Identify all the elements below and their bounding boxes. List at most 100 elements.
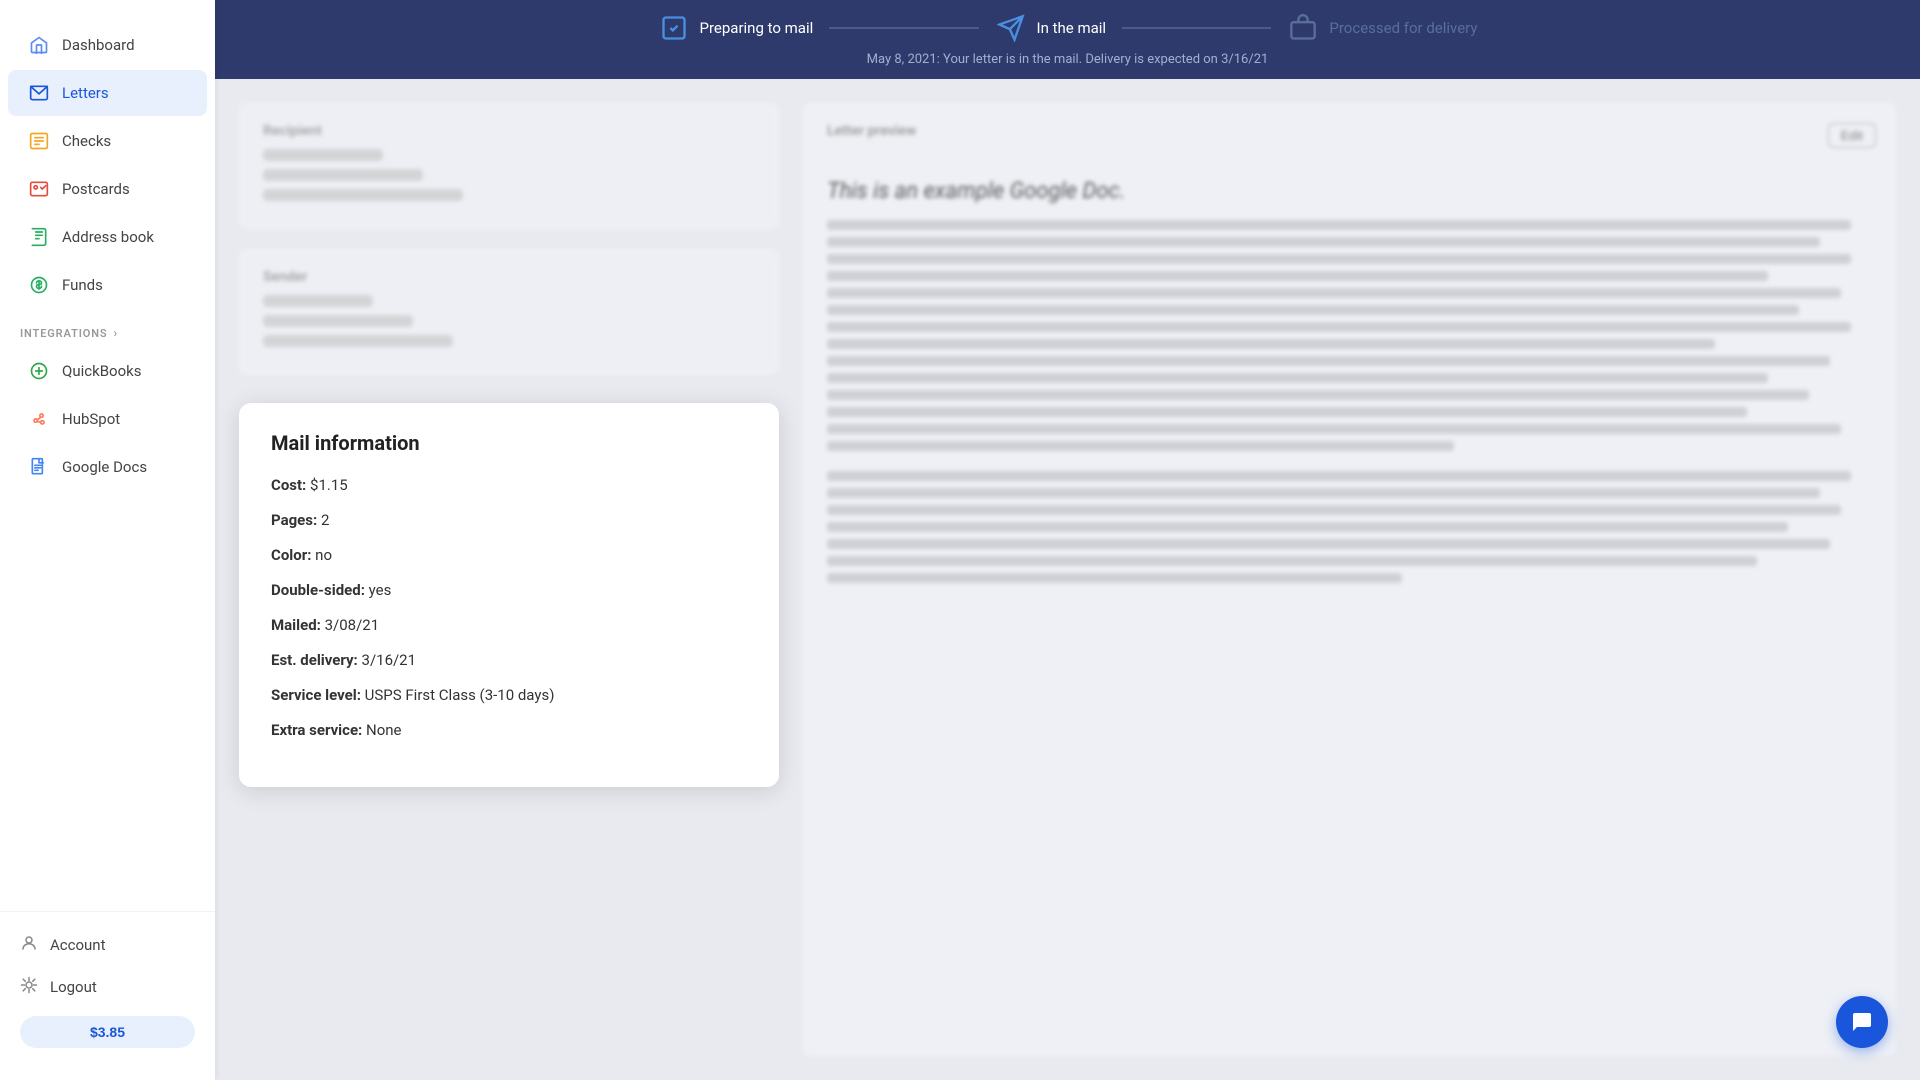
letters-icon xyxy=(28,82,50,104)
postcards-icon xyxy=(28,178,50,200)
google-docs-icon xyxy=(28,456,50,478)
sidebar-item-hubspot[interactable]: HubSpot xyxy=(8,396,207,442)
text-line xyxy=(827,254,1851,264)
mail-info-est-delivery-label: Est. delivery: xyxy=(271,651,362,669)
mail-info-mailed-value: 3/08/21 xyxy=(325,616,380,634)
address-book-icon xyxy=(28,226,50,248)
status-connector-1 xyxy=(829,27,978,29)
recipient-line-1 xyxy=(263,149,383,161)
left-panel: Recipient Sender Mail information Cost: … xyxy=(239,103,779,1056)
mail-info-double-sided-label: Double-sided: xyxy=(271,581,369,599)
mail-info-pages-label: Pages: xyxy=(271,511,321,529)
sidebar-item-label: HubSpot xyxy=(62,410,120,428)
text-line xyxy=(827,539,1830,549)
mail-info-color: Color: no xyxy=(271,545,747,566)
text-line xyxy=(827,305,1799,315)
status-step-in-mail: In the mail xyxy=(995,12,1107,44)
mail-information-card: Mail information Cost: $1.15 Pages: 2 Co… xyxy=(239,403,779,787)
mail-info-cost: Cost: $1.15 xyxy=(271,475,747,496)
main-content: Preparing to mail In the mail Processed … xyxy=(215,0,1920,1080)
mail-info-mailed: Mailed: 3/08/21 xyxy=(271,615,747,636)
text-line xyxy=(827,505,1841,515)
sidebar-item-account[interactable]: Account xyxy=(8,924,207,966)
logout-icon xyxy=(20,976,38,998)
sidebar-item-google-docs[interactable]: Google Docs xyxy=(8,444,207,490)
text-line xyxy=(827,407,1747,417)
sidebar-item-label: QuickBooks xyxy=(62,362,142,380)
home-icon xyxy=(28,34,50,56)
sidebar-item-funds[interactable]: Funds xyxy=(8,262,207,308)
mail-info-double-sided-value: yes xyxy=(369,581,392,599)
preparing-icon xyxy=(658,12,690,44)
status-connector-2 xyxy=(1122,27,1271,29)
text-line xyxy=(827,339,1715,349)
text-line xyxy=(827,271,1768,281)
mail-info-color-label: Color: xyxy=(271,546,315,564)
mail-info-extra-service-value: None xyxy=(366,721,402,739)
mail-info-est-delivery-value: 3/16/21 xyxy=(362,651,417,669)
letter-preview-panel: Letter preview Edit This is an example G… xyxy=(803,103,1896,1056)
preview-text-block-2 xyxy=(827,471,1872,583)
sidebar-navigation: Dashboard Letters Checks Postcards xyxy=(0,20,215,911)
sender-line-2 xyxy=(263,315,413,327)
text-line xyxy=(827,237,1820,247)
mail-info-cost-label: Cost: xyxy=(271,476,310,494)
mail-info-service-level: Service level: USPS First Class (3-10 da… xyxy=(271,685,747,706)
sidebar-item-label: Logout xyxy=(50,978,97,996)
quickbooks-icon xyxy=(28,360,50,382)
integrations-section-label: INTEGRATIONS › xyxy=(0,310,215,346)
recipient-card-title: Recipient xyxy=(263,123,755,139)
mail-info-est-delivery: Est. delivery: 3/16/21 xyxy=(271,650,747,671)
sidebar-item-label: Google Docs xyxy=(62,458,147,476)
sender-card-title: Sender xyxy=(263,269,755,285)
preview-edit-button[interactable]: Edit xyxy=(1828,123,1876,148)
mail-info-extra-service: Extra service: None xyxy=(271,720,747,741)
sidebar-item-label: Postcards xyxy=(62,180,130,198)
sidebar-item-dashboard[interactable]: Dashboard xyxy=(8,22,207,68)
sidebar-item-label: Account xyxy=(50,936,106,954)
chevron-right-icon: › xyxy=(113,326,118,340)
sidebar-item-label: Checks xyxy=(62,132,111,150)
recipient-card: Recipient xyxy=(239,103,779,229)
mail-info-title: Mail information xyxy=(271,431,747,455)
sidebar-item-postcards[interactable]: Postcards xyxy=(8,166,207,212)
balance-button[interactable]: $3.85 xyxy=(20,1016,195,1048)
text-line xyxy=(827,488,1820,498)
text-line xyxy=(827,220,1851,230)
sidebar-item-address-book[interactable]: Address book xyxy=(8,214,207,260)
recipient-line-3 xyxy=(263,189,463,201)
sender-card: Sender xyxy=(239,249,779,375)
step-label: Preparing to mail xyxy=(700,19,814,37)
text-line xyxy=(827,373,1768,383)
step-label: In the mail xyxy=(1037,19,1107,37)
mail-info-service-level-label: Service level: xyxy=(271,686,365,704)
sidebar-bottom: Account Logout $3.85 xyxy=(0,911,215,1060)
text-line xyxy=(827,288,1841,298)
status-bar: Preparing to mail In the mail Processed … xyxy=(215,0,1920,79)
preview-text-block-1 xyxy=(827,220,1872,451)
sidebar-item-label: Letters xyxy=(62,84,109,102)
step-label: Processed for delivery xyxy=(1329,19,1477,37)
mail-info-pages-value: 2 xyxy=(321,511,329,529)
text-line xyxy=(827,441,1454,451)
status-steps: Preparing to mail In the mail Processed … xyxy=(658,12,1478,44)
processed-icon xyxy=(1287,12,1319,44)
text-line xyxy=(827,390,1809,400)
sidebar-item-checks[interactable]: Checks xyxy=(8,118,207,164)
chat-button[interactable] xyxy=(1836,996,1888,1048)
status-step-preparing: Preparing to mail xyxy=(658,12,814,44)
sidebar-item-letters[interactable]: Letters xyxy=(8,70,207,116)
preview-doc-title: This is an example Google Doc. xyxy=(827,179,1872,204)
preview-title: Letter preview xyxy=(827,123,1872,139)
sidebar-item-quickbooks[interactable]: QuickBooks xyxy=(8,348,207,394)
text-line xyxy=(827,322,1851,332)
in-mail-icon xyxy=(995,12,1027,44)
checks-icon xyxy=(28,130,50,152)
text-line xyxy=(827,471,1851,481)
sender-line-1 xyxy=(263,295,373,307)
status-step-processed: Processed for delivery xyxy=(1287,12,1477,44)
sidebar-item-label: Funds xyxy=(62,276,103,294)
sidebar-item-logout[interactable]: Logout xyxy=(8,966,207,1008)
text-line xyxy=(827,424,1841,434)
text-line xyxy=(827,573,1402,583)
